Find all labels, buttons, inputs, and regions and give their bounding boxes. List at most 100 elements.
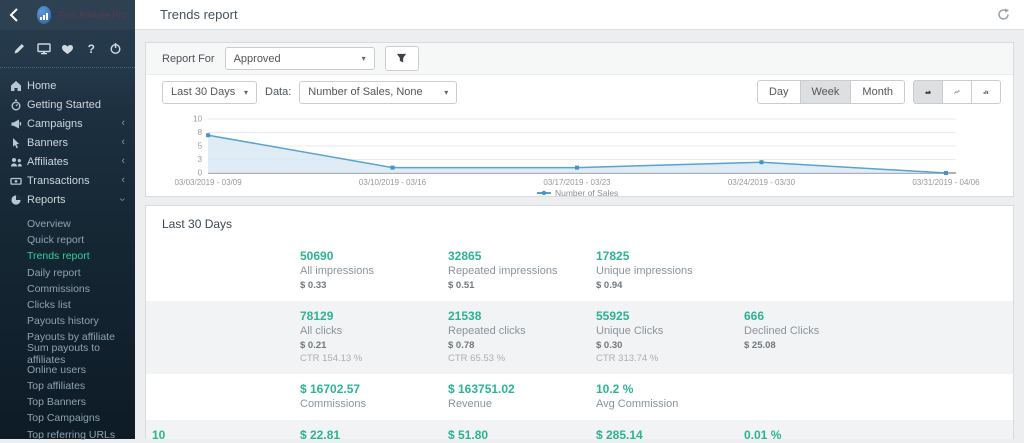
- stat-cell-all-clicks: 78129 All clicks $ 0.21 CTR 154.13 %: [296, 309, 444, 365]
- sidebar-item-label: Getting Started: [27, 99, 125, 111]
- period-button-group: Day Week Month: [757, 80, 905, 104]
- sidebar-item-label: Transactions: [27, 175, 121, 187]
- sidebar-item-top-referring-urls[interactable]: Top referring URLs: [0, 426, 135, 442]
- stat-label: Repeated clicks: [448, 324, 592, 338]
- sidebar-item-transactions[interactable]: Transactions ‹: [0, 171, 135, 190]
- stats-row-clicks: 78129 All clicks $ 0.21 CTR 154.13 % 215…: [146, 301, 1013, 374]
- app-logo-text: Post Affiliate Pro: [57, 10, 127, 21]
- home-icon: [10, 80, 27, 92]
- stat-cell-avg-commission: 10.2 % Avg Commission: [592, 382, 740, 411]
- bar-chart-icon: [983, 87, 989, 97]
- refresh-icon[interactable]: [997, 8, 1010, 21]
- chevron-left-icon: ‹: [121, 156, 125, 167]
- sidebar-item-home[interactable]: Home: [0, 76, 135, 95]
- stat-value: 10.2 %: [596, 382, 740, 397]
- stat-sub: $ 0.78: [448, 340, 474, 351]
- sidebar-item-sum-payouts[interactable]: Sum payouts to affiliates: [0, 346, 135, 362]
- megaphone-icon: [10, 118, 27, 130]
- sidebar-item-clicks-list[interactable]: Clicks list: [0, 297, 135, 313]
- stat-cell-revenue-total: $ 163751.02 Revenue: [444, 382, 592, 411]
- stat-value: $ 285.14: [596, 428, 740, 439]
- area-chart-icon: [925, 87, 931, 97]
- sidebar-header: Post Affiliate Pro: [0, 0, 135, 30]
- stat-sub2: CTR 313.74 %: [596, 352, 740, 365]
- trend-chart-svg: 10853003/03/2019 - 03/0903/10/2019 - 03/…: [150, 111, 1009, 199]
- chevron-down-icon: ‹: [118, 198, 129, 202]
- pencil-icon[interactable]: [10, 39, 30, 59]
- bar-chart-button[interactable]: [971, 80, 1001, 104]
- stat-value: $ 163751.02: [448, 382, 592, 397]
- sidebar-item-overview[interactable]: Overview: [0, 216, 135, 232]
- svg-text:03/31/2019 - 04/06: 03/31/2019 - 04/06: [912, 178, 980, 187]
- stat-label: Declined Clicks: [744, 324, 888, 338]
- stat-cell-commission-per-sale: $ 51.80 Commission avg $ 5.18: [444, 428, 592, 439]
- week-button[interactable]: Week: [800, 80, 852, 104]
- date-range-select[interactable]: Last 30 Days ▾: [162, 81, 257, 104]
- stats-row-commissions: $ 16702.57 Commissions $ 163751.02 Reven…: [146, 374, 1013, 420]
- sidebar-item-daily-report[interactable]: Daily report: [0, 265, 135, 281]
- stat-cell-commissions: $ 16702.57 Commissions: [296, 382, 444, 411]
- power-icon[interactable]: [105, 39, 125, 59]
- line-chart-button[interactable]: [942, 80, 972, 104]
- pointer-icon: [10, 137, 27, 149]
- month-button[interactable]: Month: [850, 80, 905, 104]
- main-area: Trends report Report For Approved ▾: [135, 0, 1024, 439]
- chevron-left-icon: ‹: [121, 118, 125, 129]
- back-chevron-icon[interactable]: [8, 7, 27, 23]
- stat-label: Repeated impressions: [448, 264, 592, 278]
- monitor-icon[interactable]: [34, 39, 54, 59]
- area-chart-button[interactable]: [913, 80, 943, 104]
- sidebar-item-top-banners[interactable]: Top Banners: [0, 394, 135, 410]
- data-series-value: Number of Sales, None: [308, 86, 422, 98]
- sidebar-item-top-affiliates[interactable]: Top affiliates: [0, 378, 135, 394]
- sidebar-item-banners[interactable]: Banners ‹: [0, 133, 135, 152]
- chart-type-button-group: [913, 80, 1001, 104]
- content-area: Report For Approved ▾ Last 30 Days ▾ Dat…: [135, 30, 1024, 439]
- reports-submenu: Overview Quick report Trends report Dail…: [0, 216, 135, 443]
- stat-value: 50690: [300, 249, 444, 264]
- heart-icon[interactable]: [57, 39, 77, 59]
- sidebar-item-getting-started[interactable]: Getting Started: [0, 95, 135, 114]
- sidebar-item-trends-report[interactable]: Trends report: [0, 248, 135, 264]
- sidebar-item-top-campaigns[interactable]: Top Campaigns: [0, 410, 135, 426]
- day-button[interactable]: Day: [757, 80, 801, 104]
- stat-label: Unique Clicks: [596, 324, 740, 338]
- svg-text:0: 0: [198, 169, 203, 178]
- stat-label: All impressions: [300, 264, 444, 278]
- caret-down-icon: ▾: [362, 54, 366, 63]
- stat-sub2: CTR 154.13 %: [300, 352, 444, 365]
- caret-down-icon: ▾: [444, 88, 448, 97]
- stat-cell-repeated-clicks: 21538 Repeated clicks $ 0.78 CTR 65.53 %: [444, 309, 592, 365]
- stat-value: 55925: [596, 309, 740, 324]
- sidebar-item-quick-report[interactable]: Quick report: [0, 232, 135, 248]
- report-for-select[interactable]: Approved ▾: [225, 47, 375, 70]
- sidebar-item-reports[interactable]: Reports ‹: [0, 190, 135, 209]
- stat-value: 666: [744, 309, 888, 324]
- sidebar-item-affiliates[interactable]: Affiliates ‹: [0, 152, 135, 171]
- stat-label: Revenue: [448, 397, 592, 411]
- data-series-select[interactable]: Number of Sales, None ▾: [299, 81, 457, 104]
- stat-sub: $ 25.08: [744, 340, 776, 351]
- svg-text:Number of Sales: Number of Sales: [555, 188, 618, 198]
- sidebar-nav: Home Getting Started Campaigns ‹ Banners…: [0, 76, 135, 443]
- stat-cell-empty: [148, 382, 296, 411]
- stat-value: $ 22.81: [300, 428, 444, 439]
- stat-sub: $ 0.33: [300, 280, 326, 291]
- svg-text:03/24/2019 - 03/30: 03/24/2019 - 03/30: [728, 178, 796, 187]
- sidebar-item-commissions[interactable]: Commissions: [0, 281, 135, 297]
- chart-toolbar: Last 30 Days ▾ Data: Number of Sales, No…: [146, 75, 1013, 109]
- funnel-icon: [396, 53, 407, 64]
- chevron-left-icon: ‹: [121, 175, 125, 186]
- filter-button[interactable]: [385, 46, 419, 71]
- sidebar-item-label: Banners: [27, 137, 121, 149]
- users-icon: [10, 156, 27, 168]
- stat-value: 32865: [448, 249, 592, 264]
- stat-value: 21538: [448, 309, 592, 324]
- sidebar-item-campaigns[interactable]: Campaigns ‹: [0, 114, 135, 133]
- stat-label: All clicks: [300, 324, 444, 338]
- trend-chart[interactable]: 10853003/03/2019 - 03/0903/10/2019 - 03/…: [146, 109, 1013, 199]
- sidebar-item-payouts-history[interactable]: Payouts history: [0, 313, 135, 329]
- question-icon[interactable]: ?: [81, 39, 101, 59]
- page-title: Trends report: [160, 7, 997, 22]
- stat-cell-repeated-impressions: 32865 Repeated impressions $ 0.51: [444, 249, 592, 292]
